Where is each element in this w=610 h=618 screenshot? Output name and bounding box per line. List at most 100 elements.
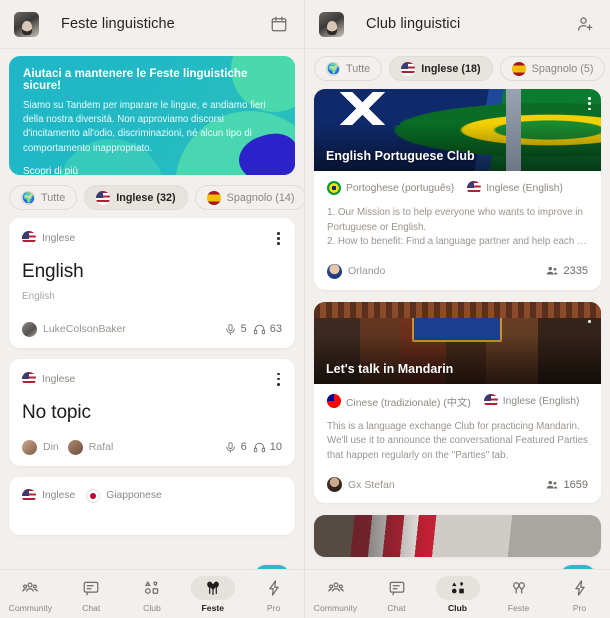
nav-item-community[interactable]: Community (4, 576, 56, 613)
listener-count-value: 63 (269, 323, 282, 336)
party-subtitle: English (22, 290, 55, 302)
chat-icon (375, 576, 419, 600)
nav-label: Pro (266, 602, 281, 613)
avatar[interactable] (14, 11, 39, 37)
left-header: Feste linguistiche (0, 0, 304, 49)
es-flag-icon (511, 61, 526, 76)
more-options-icon[interactable] (275, 371, 282, 388)
members-icon (546, 480, 557, 488)
more-options-icon[interactable] (588, 309, 591, 323)
nav-item-feste[interactable]: Feste (493, 576, 545, 613)
us-flag-icon (22, 488, 36, 503)
club-icon (435, 575, 480, 600)
avatar (22, 439, 37, 455)
left-bottom-nav[interactable]: Community Chat Club Feste Pro (0, 569, 304, 618)
learn-more-link[interactable]: Scopri di più (23, 166, 78, 175)
world-icon (326, 61, 340, 76)
club-language-2: Inglese (English) (502, 395, 580, 407)
club-footer: Orlando 2335 (327, 263, 588, 279)
community-icon (8, 576, 52, 600)
banner-title: Aiutaci a mantenere le Feste linguistich… (23, 68, 248, 92)
party-title: English (22, 260, 84, 282)
party-card[interactable]: Inglese Giapponese (9, 476, 295, 535)
nav-label: Community (8, 602, 53, 613)
nav-item-club[interactable]: Club (126, 576, 178, 613)
community-icon (314, 576, 358, 600)
us-flag-icon (96, 190, 111, 205)
nav-label: Chat (82, 602, 101, 613)
nav-item-community[interactable]: Community (310, 576, 362, 613)
club-member-count: 1659 (545, 478, 588, 492)
members-icon (546, 266, 557, 275)
party-language: Inglese Giapponese (22, 488, 162, 503)
party-card[interactable]: Inglese No topic Din Rafal 6 10 (9, 358, 295, 466)
party-title: No topic (22, 401, 91, 423)
page-title: Club linguistici (366, 16, 461, 32)
speaker-count: 5 (224, 323, 247, 336)
nav-item-chat[interactable]: Chat (65, 576, 117, 613)
nav-label: Chat (387, 602, 406, 613)
club-name: Let's talk in Mandarin (326, 361, 454, 376)
avatar (327, 263, 342, 279)
party-card[interactable]: Inglese English English LukeColsonBaker … (9, 218, 295, 348)
nav-item-pro[interactable]: Pro (554, 576, 606, 613)
member-count-value: 1659 (563, 478, 588, 491)
parties-scroll[interactable]: Aiutaci a mantenere le Feste linguistich… (0, 49, 304, 569)
chat-icon (69, 576, 113, 600)
nav-item-pro[interactable]: Pro (248, 576, 300, 613)
headphones-icon (253, 442, 265, 452)
es-flag-icon (206, 190, 221, 205)
party-card-header: Inglese (22, 230, 282, 247)
more-options-icon[interactable] (588, 97, 591, 111)
club-owner: Orlando (348, 265, 386, 277)
club-name: English Portuguese Club (326, 149, 475, 163)
party-hosts: Din Rafal (22, 439, 122, 455)
world-icon (21, 190, 35, 205)
us-flag-icon (467, 181, 482, 195)
chip-tutte[interactable]: Tutte (314, 56, 383, 81)
nav-label: Community (313, 602, 358, 613)
chip-spagnolo[interactable]: Spagnolo (14) (194, 185, 304, 210)
banner-content: Aiutaci a mantenere le Feste linguistich… (9, 56, 295, 175)
clubs-scroll[interactable]: Tutte Inglese (18) Spagnolo (5) (305, 49, 610, 569)
right-header: Club linguistici (305, 0, 610, 49)
chip-tutte[interactable]: Tutte (9, 185, 78, 210)
nav-item-chat[interactable]: Chat (371, 576, 423, 613)
club-body: Portoghese (português) Inglese (English)… (314, 171, 601, 290)
club-member-count: 2335 (545, 264, 588, 278)
headphones-icon (253, 324, 265, 335)
safety-banner[interactable]: Aiutaci a mantenere le Feste linguistich… (9, 56, 295, 175)
club-card[interactable]: English Portuguese Club Portoghese (port… (314, 89, 601, 290)
party-footer: Din Rafal 6 10 (22, 439, 282, 455)
club-hero-image: English Portuguese Club (314, 89, 601, 171)
feste-icon (497, 576, 541, 600)
club-language-1: Portoghese (português) (346, 182, 455, 194)
chip-inglese[interactable]: Inglese (18) (389, 56, 493, 81)
party-footer: LukeColsonBaker 5 63 (22, 321, 282, 337)
listener-count-value: 10 (269, 441, 282, 454)
more-options-icon[interactable] (275, 230, 282, 247)
right-bottom-nav[interactable]: Community Chat Club Feste Pro (305, 569, 610, 618)
pro-icon (252, 576, 296, 600)
add-person-icon[interactable] (574, 13, 596, 35)
club-card[interactable] (314, 515, 601, 557)
calendar-icon[interactable] (268, 13, 290, 35)
right-filter-chips[interactable]: Tutte Inglese (18) Spagnolo (5) (305, 49, 610, 89)
chip-label: Inglese (32) (116, 191, 176, 204)
left-filter-chips[interactable]: Tutte Inglese (32) Spagnolo (14) (0, 175, 304, 218)
chip-inglese[interactable]: Inglese (32) (84, 185, 188, 210)
us-flag-icon (401, 61, 416, 76)
chip-spagnolo[interactable]: Spagnolo (5) (499, 56, 606, 81)
app-root: Feste linguistiche Aiutaci a mantenere l… (0, 0, 610, 618)
nav-item-feste[interactable]: Feste (187, 575, 239, 613)
us-flag-icon (22, 372, 36, 387)
club-description: 1. Our Mission is to help everyone who w… (327, 207, 587, 247)
clubs-pane: Club linguistici Tutte Inglese (18) Spag… (305, 0, 610, 618)
page-title: Feste linguistiche (61, 16, 175, 32)
avatar[interactable] (319, 11, 344, 37)
club-card[interactable]: Let's talk in Mandarin Cinese (tradizion… (314, 301, 601, 503)
club-icon (130, 576, 174, 600)
nav-item-club[interactable]: Club (432, 575, 484, 613)
party-host-name: LukeColsonBaker (43, 323, 126, 336)
club-hero-image: Let's talk in Mandarin (314, 301, 601, 384)
